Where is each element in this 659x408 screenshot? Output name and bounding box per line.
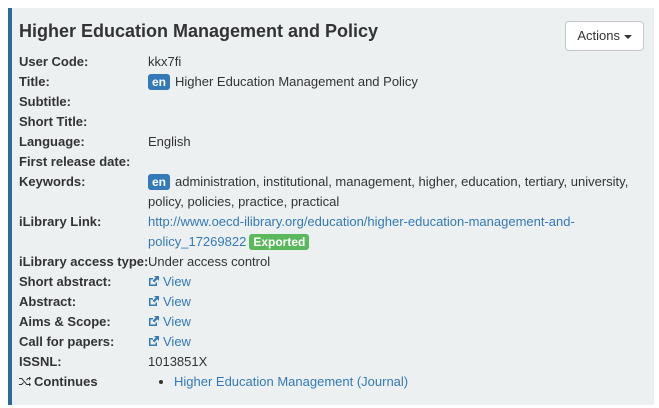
language-label: Language: [19, 134, 85, 149]
continues-label: Continues [34, 374, 98, 389]
row-abstract: Abstract: View [19, 292, 649, 312]
page-title: Higher Education Management and Policy [19, 21, 379, 41]
row-issnl: ISSNL: 1013851X [19, 352, 649, 372]
language-badge: en [148, 74, 171, 90]
external-link-icon [149, 276, 159, 286]
continues-link[interactable]: Higher Education Management (Journal) [174, 374, 408, 389]
row-language: Language: English [19, 132, 649, 152]
exported-badge: Exported [249, 234, 310, 250]
language-badge: en [148, 174, 171, 190]
row-short-title: Short Title: [19, 112, 649, 132]
field-list: User Code: kkx7fi Title: en Higher Educat… [19, 52, 649, 392]
short-title-label: Short Title: [19, 114, 88, 129]
row-short-abstract: Short abstract: View [19, 272, 649, 292]
row-access-type: iLibrary access type: Under access contr… [19, 252, 649, 272]
call-papers-view-link[interactable]: View [148, 334, 191, 349]
continues-list: Higher Education Management (Journal) [148, 372, 649, 392]
actions-button[interactable]: Actions [565, 21, 644, 51]
title-value: Higher Education Management and Policy [175, 74, 418, 89]
aims-scope-view-link[interactable]: View [148, 314, 191, 329]
ilibrary-link[interactable]: http://www.oecd-ilibrary.org/education/h… [148, 214, 575, 249]
abstract-label: Abstract: [19, 294, 77, 309]
language-value: English [148, 134, 191, 149]
row-first-release: First release date: [19, 152, 649, 172]
row-call-papers: Call for papers: View [19, 332, 649, 352]
issnl-value: 1013851X [148, 354, 208, 369]
short-abstract-view-link[interactable]: View [148, 274, 191, 289]
user-code-value: kkx7fi [148, 54, 182, 69]
aims-scope-label: Aims & Scope: [19, 314, 111, 329]
shuffle-icon [19, 376, 31, 387]
access-type-value: Under access control [148, 254, 271, 269]
call-papers-label: Call for papers: [19, 334, 115, 349]
keywords-label: Keywords: [19, 174, 86, 189]
keywords-value: administration, institutional, managemen… [148, 174, 629, 209]
ilibrary-link-label: iLibrary Link: [19, 214, 102, 229]
list-item: Higher Education Management (Journal) [174, 372, 649, 392]
subtitle-label: Subtitle: [19, 94, 71, 109]
caret-down-icon [624, 34, 632, 39]
external-link-icon [149, 296, 159, 306]
short-abstract-label: Short abstract: [19, 274, 112, 289]
abstract-view-link[interactable]: View [148, 294, 191, 309]
row-subtitle: Subtitle: [19, 92, 649, 112]
row-ilibrary-link: iLibrary Link: http://www.oecd-ilibrary.… [19, 212, 649, 252]
row-keywords: Keywords: en administration, institutiona… [19, 172, 649, 212]
title-label: Title: [19, 74, 50, 89]
external-link-icon [149, 316, 159, 326]
row-aims-scope: Aims & Scope: View [19, 312, 649, 332]
user-code-label: User Code: [19, 54, 89, 69]
journal-panel: Higher Education Management and Policy A… [8, 8, 654, 405]
access-type-label: iLibrary access type: [19, 254, 149, 269]
external-link-icon [149, 336, 159, 346]
actions-label: Actions [577, 28, 620, 43]
first-release-label: First release date: [19, 154, 131, 169]
row-title: Title: en Higher Education Management and… [19, 72, 649, 92]
issnl-label: ISSNL: [19, 354, 62, 369]
row-user-code: User Code: kkx7fi [19, 52, 649, 72]
row-continues: Continues Higher Education Management (J… [19, 372, 649, 392]
